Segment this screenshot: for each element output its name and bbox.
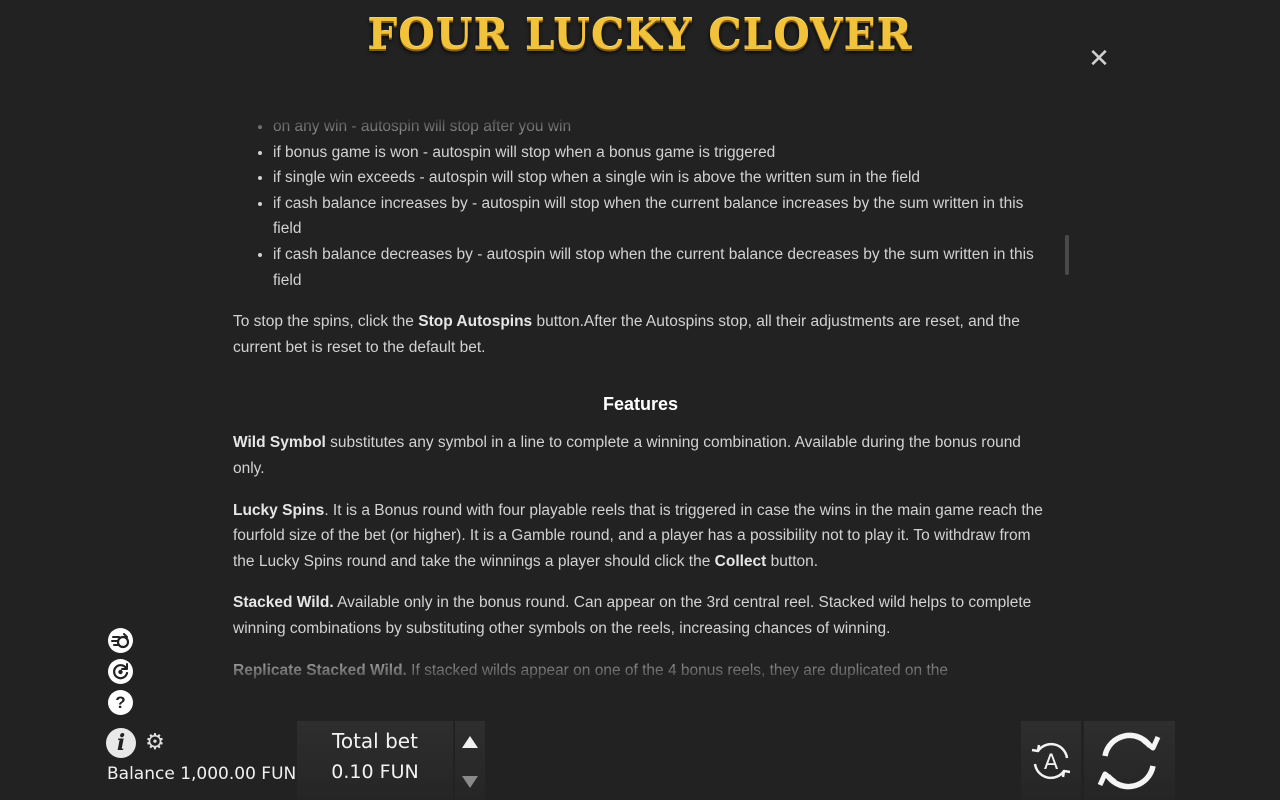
list-item: on any win - autospin will stop after yo… <box>273 114 1048 140</box>
close-icon[interactable]: ✕ <box>1086 46 1112 72</box>
turbo-icon[interactable] <box>108 628 133 653</box>
list-item: if single win exceeds - autospin will st… <box>273 165 1048 191</box>
autoplay-icon[interactable] <box>108 659 133 684</box>
total-bet-value: 0.10 FUN <box>331 761 419 783</box>
help-glyph: ? <box>115 693 126 712</box>
scrollbar-thumb[interactable] <box>1065 235 1069 275</box>
spin-button[interactable] <box>1084 721 1175 800</box>
total-bet-label: Total bet <box>332 729 418 753</box>
bet-increase-icon[interactable] <box>462 736 478 748</box>
balance-display: Balance 1,000.00 FUN <box>107 764 297 784</box>
help-icon[interactable]: ? <box>108 690 133 715</box>
replicate-stacked-wild-paragraph: Replicate Stacked Wild. If stacked wilds… <box>233 661 949 679</box>
bet-stepper <box>455 721 485 800</box>
wild-symbol-paragraph: Wild Symbol substitutes any symbol in a … <box>233 434 1021 477</box>
autospin-button[interactable]: A <box>1021 721 1081 800</box>
stacked-wild-paragraph: Stacked Wild. Available only in the bonu… <box>233 594 1032 637</box>
rules-content[interactable]: on any win - autospin will stop after yo… <box>233 114 1048 688</box>
stop-autospins-paragraph: To stop the spins, click the Stop Autosp… <box>233 313 1020 356</box>
lucky-spins-paragraph: Lucky Spins. It is a Bonus round with fo… <box>233 501 1043 570</box>
total-bet-panel: Total bet 0.10 FUN <box>297 721 453 800</box>
bet-decrease-icon[interactable] <box>462 776 478 788</box>
autospin-icon: A <box>1031 742 1071 780</box>
list-item: if bonus game is won - autospin will sto… <box>273 140 1048 166</box>
list-item: if cash balance decreases by - autospin … <box>273 242 1048 293</box>
gear-icon[interactable]: ⚙ <box>144 732 166 754</box>
features-heading: Features <box>602 394 679 415</box>
autospin-label: A <box>1044 750 1059 774</box>
info-icon[interactable]: i <box>106 728 136 758</box>
autospin-stop-list: on any win - autospin will stop after yo… <box>233 114 1048 293</box>
spin-icon <box>1097 732 1161 790</box>
list-item: if cash balance increases by - autospin … <box>273 191 1048 242</box>
